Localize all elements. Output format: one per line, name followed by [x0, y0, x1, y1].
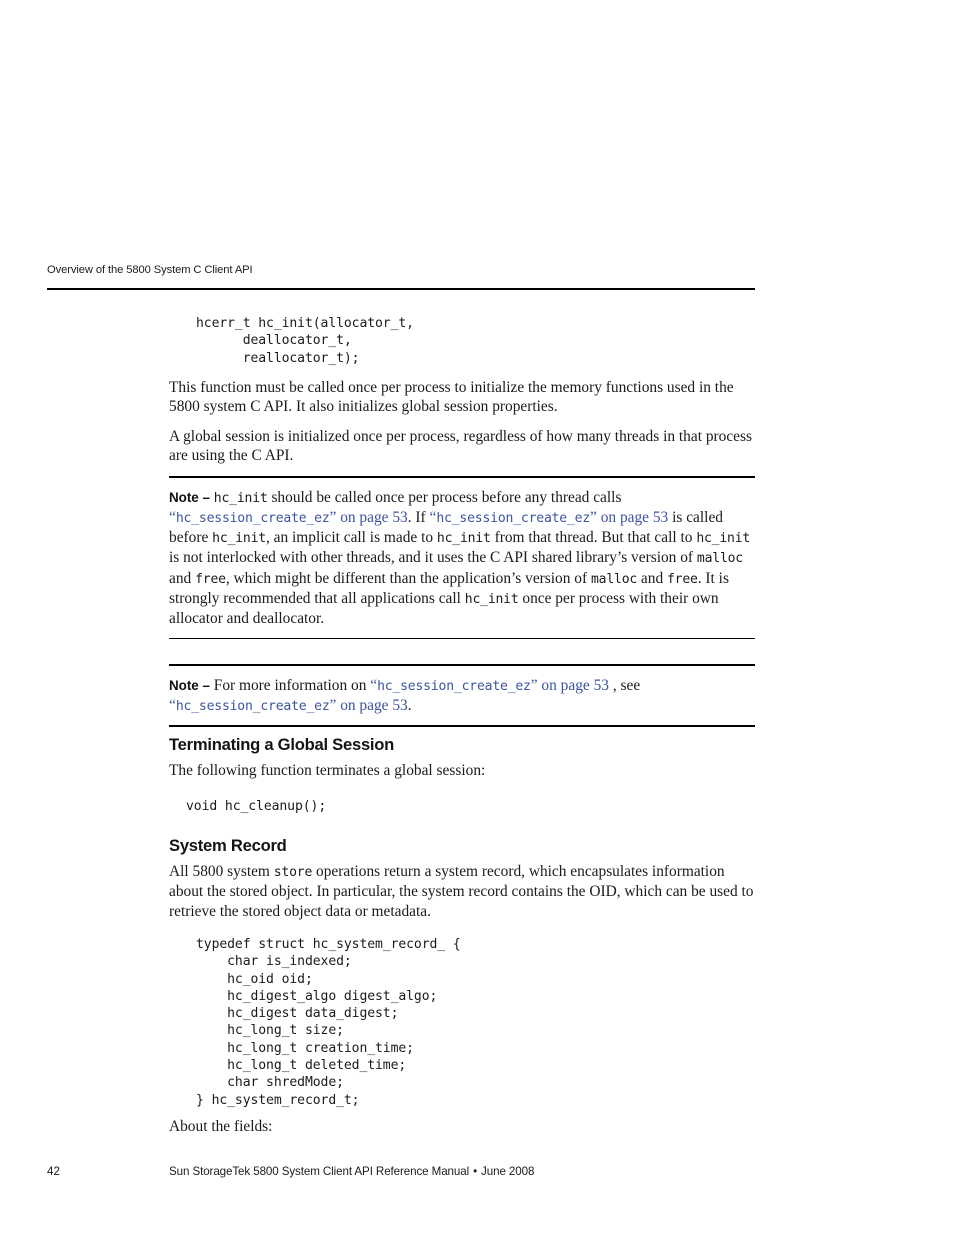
paragraph-text: A global session is initialized once per… — [169, 428, 752, 465]
code-block-system-record-struct: typedef struct hc_system_record_ { char … — [196, 937, 461, 1108]
note-text-segment: should be called once per process before… — [267, 488, 622, 506]
note-text-segment: and — [637, 569, 667, 587]
note-label: Note – — [169, 489, 210, 505]
note-text-segment: from that thread. But that call to — [490, 529, 697, 547]
inline-code: malloc — [590, 571, 638, 587]
note-text-segment: , see — [608, 676, 641, 694]
paragraph-intro-2: A global session is initialized once per… — [169, 427, 755, 481]
paragraph-about-fields: About the fields: — [169, 1117, 755, 1151]
inline-code: hc_init — [696, 531, 751, 547]
inline-code: store — [273, 865, 313, 880]
footer-title-text: Sun StorageTek 5800 System Client API Re… — [169, 1165, 470, 1178]
link-code-text: hc_session_create_ez — [377, 678, 531, 694]
note-bottom-rule — [169, 725, 755, 727]
paragraph-system-record: All 5800 system store operations return … — [169, 862, 755, 936]
inline-code: hc_init — [212, 531, 266, 547]
link-code-text: hc_session_create_ez — [175, 510, 330, 526]
link-code-text: hc_session_create_ez — [175, 698, 330, 714]
link-tail: ” on page 53 — [590, 508, 669, 526]
quote-open: “ — [169, 508, 176, 526]
note-text-segment: is not interlocked with other threads, a… — [169, 549, 697, 567]
quote-open: “ — [169, 696, 176, 714]
footer-date: June 2008 — [481, 1165, 535, 1178]
footer-manual-title: Sun StorageTek 5800 System Client API Re… — [169, 1165, 534, 1178]
heading-terminating-a-global-session: Terminating a Global Session — [169, 735, 395, 754]
paragraph-intro-1: This function must be called once per pr… — [169, 378, 755, 432]
note-2-body: Note – For more information on “hc_sessi… — [169, 666, 755, 726]
note-1-body: Note – hc_init should be called once per… — [169, 478, 755, 638]
document-page: Overview of the 5800 System C Client API… — [0, 0, 954, 1235]
code-block-hc-cleanup: void hc_cleanup(); — [186, 799, 327, 814]
paragraph-segment: All 5800 system — [169, 863, 274, 880]
footer-separator: • — [473, 1165, 478, 1178]
paragraph-text: About the fields: — [169, 1118, 273, 1135]
code-block-hc-init-signature: hcerr_t hc_init(allocator_t, deallocator… — [196, 316, 414, 366]
cross-reference-link[interactable]: “hc_session_create_ez” on page 53 — [370, 677, 609, 694]
footer-page-number: 42 — [47, 1165, 60, 1178]
inline-code: hc_init — [213, 490, 268, 506]
note-text-segment: . If — [407, 508, 430, 526]
paragraph-after-heading-1: The following function terminates a glob… — [169, 761, 755, 795]
note-text-segment: For more information on — [209, 676, 371, 694]
paragraph-text: The following function terminates a glob… — [169, 762, 486, 779]
inline-code: malloc — [696, 551, 743, 567]
note-text-segment: . — [407, 696, 412, 714]
inline-code: hc_init — [464, 591, 519, 607]
link-code-text: hc_session_create_ez — [436, 510, 591, 526]
inline-code: free — [667, 571, 698, 587]
running-header: Overview of the 5800 System C Client API — [47, 264, 253, 276]
note-label: Note – — [169, 677, 210, 693]
note-block-1: Note – hc_init should be called once per… — [169, 476, 755, 640]
link-tail: ” on page 53 — [329, 696, 408, 714]
inline-code: hc_init — [436, 531, 491, 547]
cross-reference-link[interactable]: “hc_session_create_ez” on page 53 — [430, 509, 669, 526]
paragraph-text: All 5800 system store operations return … — [169, 862, 755, 921]
note-text-segment: and — [169, 569, 196, 587]
header-rule — [47, 288, 755, 290]
cross-reference-link[interactable]: “hc_session_create_ez” on page 53 — [169, 509, 408, 526]
note-text-segment: , which might be different than the appl… — [225, 569, 591, 587]
link-tail: ” on page 53 — [329, 508, 408, 526]
cross-reference-link[interactable]: “hc_session_create_ez” on page 53 — [169, 697, 408, 714]
heading-system-record: System Record — [169, 836, 287, 855]
inline-code: free — [195, 571, 226, 587]
note-text-segment: , an implicit call is made to — [265, 529, 437, 547]
note-block-2: Note – For more information on “hc_sessi… — [169, 664, 755, 727]
link-tail: ” on page 53 — [530, 676, 609, 694]
note-bottom-rule — [169, 637, 755, 640]
paragraph-text: This function must be called once per pr… — [169, 379, 734, 416]
